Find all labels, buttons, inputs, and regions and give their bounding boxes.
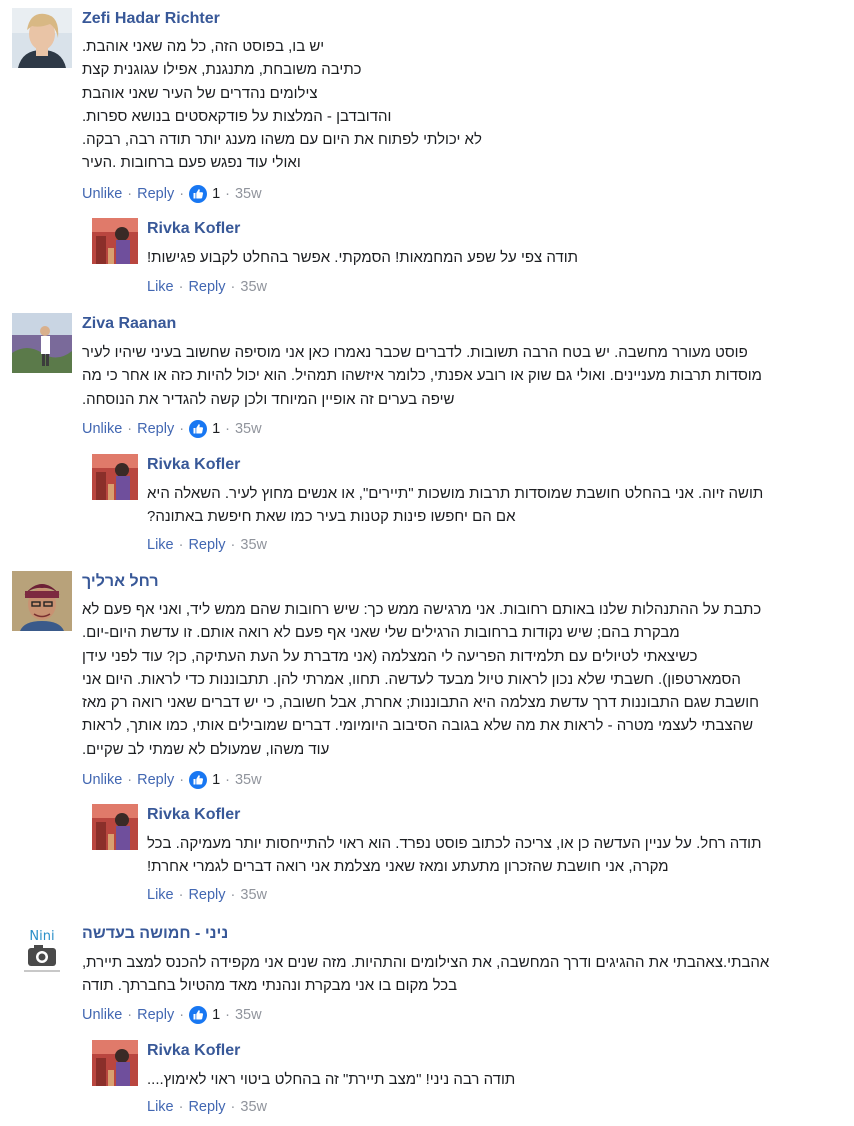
comment-line: ואולי עוד נפגש פעם ברחובות .העיר [82,154,301,172]
comment-line: לא יכולתי לפתוח את היום עם משהו מענג יות… [82,131,482,149]
comment-author[interactable]: רחל ארליך [82,573,159,591]
comment-text: יש בו, בפוסט הזה, כל מה שאני אוהבת. כתיב… [82,35,842,175]
avatar[interactable]: Nini [12,924,72,984]
reply-text: תודה צפי על שפע המחמאות! הסמקתי. אפשר בה… [147,246,827,269]
reply-button[interactable]: Reply [137,772,174,788]
reply-line: מקרה, אני חושבת שהזכרון מתעתע ומאז שאני … [147,858,669,876]
comment-line: צילומים נהדרים של העיר שאני אוהבת [82,84,318,102]
thumbs-up-icon [189,1006,208,1024]
comment-line: אהבתי.צאהבתי את ההגיגים ודרך המחשבה, את … [82,954,770,971]
comment-author[interactable]: Zefi Hadar Richter [82,10,220,28]
comment-line: כתיבה משובחת, מתנגנת, אפילו עגוגנית קצת [82,61,362,79]
reply-actions: Like · Reply · 35w [147,887,267,903]
avatar[interactable] [92,1040,138,1086]
reply-actions: Like · Reply · 35w [147,537,267,553]
avatar-photo-icon [12,571,72,631]
like-button[interactable]: Like [147,537,174,553]
reply-text: תושה זיוה. אני בהחלט חושבת שמוסדות תרבות… [147,482,827,529]
comment-line: מוסדות תרבות מעניינים. ואולי גם שוק או ר… [82,367,762,385]
timestamp[interactable]: 35w [240,887,267,903]
comment-line: שיפה בערים זה אופיין המיוחד ולכן קשה להג… [82,390,455,408]
avatar[interactable] [92,454,138,500]
reply-button[interactable]: Reply [188,537,225,553]
avatar-photo-icon [92,218,138,264]
reply-line: תושה זיוה. אני בהחלט חושבת שמוסדות תרבות… [147,485,764,502]
thumbs-up-icon [189,185,208,203]
reply-button[interactable]: Reply [188,887,225,903]
reply-author[interactable]: Rivka Kofler [147,806,240,824]
like-count[interactable]: 1 [189,1006,220,1024]
avatar[interactable] [12,313,72,373]
thumbs-up-icon [189,420,208,438]
reply-button[interactable]: Reply [137,186,174,202]
avatar[interactable] [92,218,138,264]
comment-author[interactable]: ניני - חמושה בעדשה [82,925,228,943]
reply-author[interactable]: Rivka Kofler [147,220,240,238]
comment-line: כשיצאתי לטיולים עם תלמידות הפריעה לי המצ… [82,647,698,665]
avatar-photo-icon [92,454,138,500]
reply-line: אם הם יחפשו פינות קטנות בעיר כמו שאת חיפ… [147,508,516,526]
timestamp[interactable]: 35w [240,537,267,553]
comment-author[interactable]: Ziva Raanan [82,315,176,333]
comment-line: והדובדבן - המלצות על פודקאסטים בנושא ספר… [82,107,392,125]
comment-text: כתבת על ההתנהלות שלנו באותם רחובות. אני … [82,598,842,761]
like-count[interactable]: 1 [189,771,220,789]
thumbs-up-icon [189,771,208,789]
like-button[interactable]: Like [147,279,174,295]
avatar-logo-text: Nini [29,929,54,944]
reply-line: תודה רבה ניני! "מצב תיירת" זה בהחלט ביטו… [147,1071,516,1088]
timestamp[interactable]: 35w [235,1007,262,1023]
timestamp[interactable]: 35w [235,186,262,202]
reply-author[interactable]: Rivka Kofler [147,1042,240,1060]
comment-line: הסמארטפון). חשבתי שלא נכון לראות טיול מב… [82,670,741,688]
timestamp[interactable]: 35w [235,421,262,437]
comment-actions: Unlike · Reply · 1 · 35w [82,1006,262,1024]
avatar-photo-icon [92,804,138,850]
comment-actions: Unlike · Reply · 1 · 35w [82,185,262,203]
comment-line: עוד משהו, שמעולם לא שמתי לב שקיים. [82,740,330,758]
unlike-button[interactable]: Unlike [82,186,122,202]
timestamp[interactable]: 35w [240,279,267,295]
comment-line: מבקרת בהם; שיש נקודות ברחובות הרגילים של… [82,624,680,642]
comment-line: פוסט מעורר מחשבה. יש בטח הרבה תשובות. לד… [82,344,748,361]
unlike-button[interactable]: Unlike [82,1007,122,1023]
like-count[interactable]: 1 [189,185,220,203]
comment-line: כתבת על ההתנהלות שלנו באותם רחובות. אני … [82,601,762,618]
timestamp[interactable]: 35w [235,772,262,788]
reply-button[interactable]: Reply [188,279,225,295]
reply-author[interactable]: Rivka Kofler [147,456,240,474]
avatar-photo-icon [12,8,72,68]
camera-logo-icon: Nini [12,924,72,984]
avatar-photo-icon [92,1040,138,1086]
comment-text: פוסט מעורר מחשבה. יש בטח הרבה תשובות. לד… [82,341,842,411]
reply-button[interactable]: Reply [137,421,174,437]
comment-line: בכל מקום בו אני מבקרת ונהנתי מאד מהטיול … [82,977,458,995]
reply-line: תודה רחל. על עניין העדשה כן או, צריכה לכ… [147,835,762,852]
comment-line: חושבת שגם התבוננות דרך עדשת מצלמה היא הת… [82,694,759,712]
comment-actions: Unlike · Reply · 1 · 35w [82,420,262,438]
comment-text: אהבתי.צאהבתי את ההגיגים ודרך המחשבה, את … [82,951,842,998]
like-button[interactable]: Like [147,1099,174,1115]
reply-button[interactable]: Reply [137,1007,174,1023]
like-button[interactable]: Like [147,887,174,903]
avatar[interactable] [92,804,138,850]
timestamp[interactable]: 35w [240,1099,267,1115]
avatar[interactable] [12,571,72,631]
reply-button[interactable]: Reply [188,1099,225,1115]
unlike-button[interactable]: Unlike [82,772,122,788]
reply-line: תודה צפי על שפע המחמאות! הסמקתי. אפשר בה… [147,249,578,266]
reply-text: תודה רבה ניני! "מצב תיירת" זה בהחלט ביטו… [147,1068,827,1091]
reply-actions: Like · Reply · 35w [147,1099,267,1115]
reply-text: תודה רחל. על עניין העדשה כן או, צריכה לכ… [147,832,827,879]
comment-line: יש בו, בפוסט הזה, כל מה שאני אוהבת. [82,38,325,55]
reply-actions: Like · Reply · 35w [147,279,267,295]
like-count[interactable]: 1 [189,420,220,438]
comment-line: שהצבתי לעצמי מטרה - לראות את מה שלא בגוב… [82,717,754,735]
comment-actions: Unlike · Reply · 1 · 35w [82,771,262,789]
unlike-button[interactable]: Unlike [82,421,122,437]
avatar[interactable] [12,8,72,68]
avatar-photo-icon [12,313,72,373]
